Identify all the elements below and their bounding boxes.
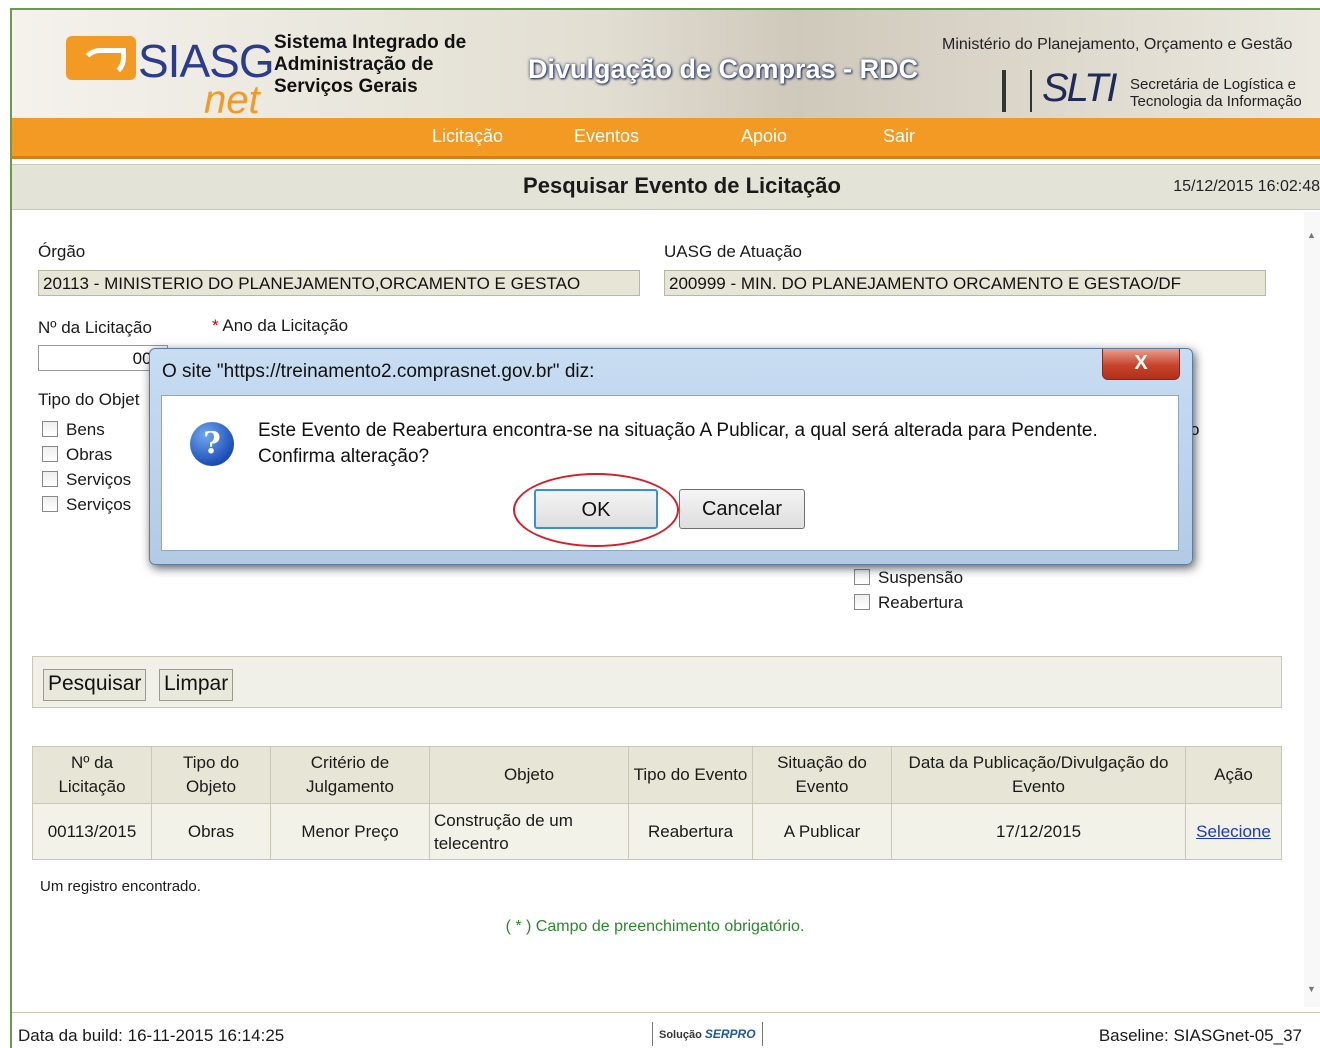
- logo-sub: net: [204, 78, 260, 119]
- app-title: Divulgação de Compras - RDC: [528, 54, 919, 84]
- action-panel: Pesquisar Limpar: [32, 656, 1282, 708]
- cancel-button[interactable]: Cancelar: [679, 489, 805, 529]
- col-header-data: Data da Publicação/Divulgação do Evento: [891, 746, 1186, 804]
- col-header-numero: Nº da Licitação: [32, 746, 152, 804]
- ministry-name: Ministério do Planejamento, Orçamento e …: [942, 36, 1293, 53]
- page-title: Pesquisar Evento de Licitação: [523, 173, 841, 198]
- nav-item-eventos[interactable]: Eventos: [574, 126, 639, 147]
- orgao-label: Órgão: [38, 242, 86, 261]
- col-header-tipo-objeto: Tipo do Objeto: [151, 746, 271, 804]
- question-icon: ?: [190, 422, 234, 466]
- col-header-objeto: Objeto: [429, 746, 629, 804]
- dialog-message: Este Evento de Reabertura encontra-se na…: [258, 418, 1158, 470]
- selecione-link[interactable]: Selecione: [1196, 822, 1271, 841]
- required-mark: *: [212, 316, 219, 335]
- col-header-situacao: Situação do Evento: [752, 746, 892, 804]
- cell-criterio: Menor Preço: [270, 803, 430, 860]
- slti-bars-icon: [1002, 70, 1032, 112]
- checkbox-label: Bens: [66, 420, 105, 439]
- checkbox-servicos[interactable]: Serviços: [42, 470, 131, 492]
- page-title-bar: Pesquisar Evento de Licitação 15/12/2015…: [12, 164, 1320, 210]
- cell-data: 17/12/2015: [891, 803, 1186, 860]
- dialog-body: ? Este Evento de Reabertura encontra-se …: [161, 395, 1179, 551]
- site-header: SIASG net Sistema Integrado de Administr…: [12, 10, 1320, 119]
- checkbox-reabertura[interactable]: Reabertura: [854, 593, 963, 615]
- system-name: Sistema Integrado de Administração de Se…: [274, 32, 467, 97]
- ano-licitacao-label: * Ano da Licitação: [212, 316, 348, 336]
- checkbox-label: Suspensão: [878, 568, 964, 587]
- checkbox-servicos-2[interactable]: Serviços: [42, 495, 131, 517]
- slti-logo: SLTI: [1042, 66, 1118, 110]
- slti-subtitle: Secretária de Logística e Tecnologia da …: [1130, 76, 1302, 110]
- pesquisar-button[interactable]: Pesquisar: [43, 669, 147, 701]
- orgao-field: 20113 - MINISTERIO DO PLANEJAMENTO,ORCAM…: [38, 270, 640, 296]
- checkbox-label: Serviços: [66, 495, 132, 514]
- checkbox-suspensao[interactable]: Suspensão: [854, 568, 963, 590]
- close-icon[interactable]: X: [1102, 349, 1180, 380]
- cell-numero: 00113/2015: [32, 803, 152, 860]
- num-licitacao-label: Nº da Licitação: [38, 318, 152, 337]
- serpro-brand: SERPRO: [704, 1027, 756, 1041]
- build-date: Data da build: 16-11-2015 16:14:25: [18, 1026, 285, 1045]
- nav-item-apoio[interactable]: Apoio: [741, 126, 787, 147]
- scroll-up-icon[interactable]: ▲: [1307, 230, 1316, 240]
- timestamp: 15/12/2015 16:02:48: [1173, 178, 1320, 195]
- uasg-field: 200999 - MIN. DO PLANEJAMENTO ORCAMENTO …: [664, 270, 1266, 296]
- limpar-button[interactable]: Limpar: [159, 669, 234, 701]
- checkbox-box[interactable]: [42, 471, 58, 487]
- checkbox-obras[interactable]: Obras: [42, 445, 112, 467]
- checkbox-label: Reabertura: [878, 593, 964, 612]
- checkbox-box[interactable]: [42, 421, 58, 437]
- serpro-logo: Solução SERPRO: [652, 1022, 763, 1046]
- nav-item-licitacao[interactable]: Licitação: [432, 126, 503, 147]
- nav-item-sair[interactable]: Sair: [883, 126, 915, 147]
- col-header-tipo-evento: Tipo do Evento: [628, 746, 753, 804]
- cell-situacao: A Publicar: [752, 803, 892, 860]
- siasg-logo: SIASG net: [56, 24, 275, 118]
- table-row: 00113/2015 Obras Menor Preço Construção …: [32, 803, 1282, 860]
- footer-divider: [12, 1012, 1320, 1013]
- col-header-criterio: Critério de Julgamento: [270, 746, 430, 804]
- logo-mark-icon: [66, 36, 136, 80]
- checkbox-box[interactable]: [854, 594, 870, 610]
- checkbox-label: Serviços: [66, 470, 132, 489]
- table-header-row: Nº da Licitação Tipo do Objeto Critério …: [32, 746, 1282, 804]
- baseline-version: Baseline: SIASGnet-05_37: [1098, 1026, 1302, 1045]
- checkbox-label: Obras: [66, 445, 113, 464]
- cell-tipo-evento: Reabertura: [628, 803, 753, 860]
- cell-tipo-objeto: Obras: [151, 803, 271, 860]
- ok-button[interactable]: OK: [534, 489, 658, 529]
- confirm-dialog: O site "https://treinamento2.comprasnet.…: [149, 348, 1193, 565]
- dialog-title: O site "https://treinamento2.comprasnet.…: [162, 361, 595, 382]
- checkbox-box[interactable]: [854, 569, 870, 585]
- checkbox-bens[interactable]: Bens: [42, 420, 105, 442]
- ano-label-text: Ano da Licitação: [222, 316, 349, 335]
- uasg-label: UASG de Atuação: [664, 242, 802, 261]
- cell-objeto: Construção de um telecentro: [429, 803, 629, 860]
- checkbox-box[interactable]: [42, 446, 58, 462]
- main-nav: Licitação Eventos Apoio Sair: [12, 118, 1320, 159]
- cell-acao: Selecione: [1185, 803, 1282, 860]
- mandatory-note: ( * ) Campo de preenchimento obrigatório…: [505, 918, 805, 935]
- dialog-message-line-1: Este Evento de Reabertura encontra-se na…: [258, 420, 1098, 441]
- vertical-scrollbar[interactable]: ▲ ▼: [1304, 212, 1320, 1007]
- result-count: Um registro encontrado.: [40, 878, 201, 895]
- results-table: Nº da Licitação Tipo do Objeto Critério …: [32, 746, 1282, 860]
- dialog-message-line-2: Confirma alteração?: [258, 446, 430, 467]
- checkbox-box[interactable]: [42, 496, 58, 512]
- tipo-objeto-label: Tipo do Objet: [38, 390, 140, 409]
- solution-label: Solução: [659, 1029, 702, 1041]
- col-header-acao: Ação: [1185, 746, 1282, 804]
- scroll-down-icon[interactable]: ▼: [1307, 984, 1316, 994]
